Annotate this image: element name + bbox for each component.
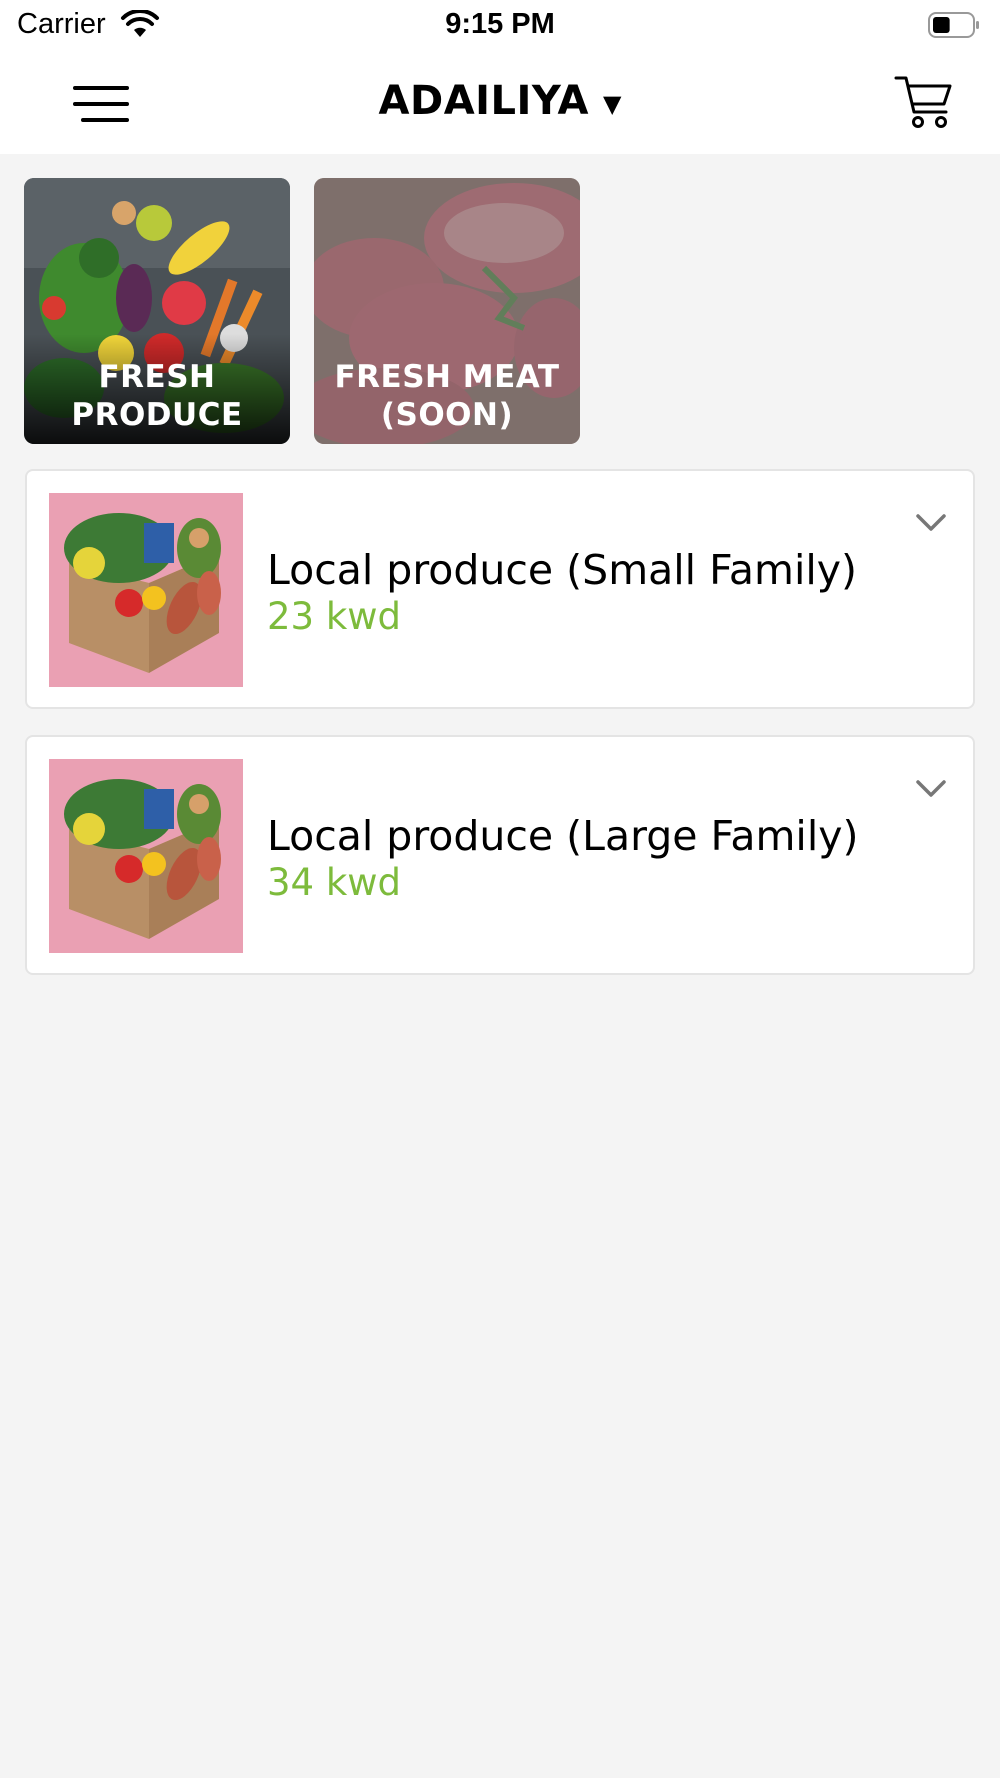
category-label: FRESH PRODUCE [71,359,243,433]
chevron-down-icon [916,514,946,531]
product-name: Local produce (Small Family) [267,546,857,594]
product-card[interactable]: Local produce (Small Family) 23 kwd [25,469,975,709]
category-fresh-meat[interactable]: FRESH MEAT (SOON) [314,178,580,444]
category-label: FRESH MEAT (SOON) [334,359,560,433]
status-time: 9:15 PM [445,8,555,40]
battery-icon [928,12,979,38]
location-selector[interactable]: ADAILIYA ▼ [0,78,1000,124]
status-bar: Carrier 9:15 PM [0,0,1000,52]
produce-box-photo [49,759,243,953]
product-list: Local produce (Small Family) 23 kwd Loca… [25,469,975,1001]
product-price: 34 kwd [267,861,402,904]
expand-button[interactable] [911,507,951,539]
category-row: FRESH PRODUCE FRESH MEAT (SOON) [24,178,580,444]
product-price: 23 kwd [267,595,402,638]
cart-button[interactable] [894,72,954,132]
product-info: Local produce (Small Family) 23 kwd [267,545,857,639]
category-fresh-produce[interactable]: FRESH PRODUCE [24,178,290,444]
expand-button[interactable] [911,773,951,805]
caret-down-icon: ▼ [603,90,622,118]
product-card[interactable]: Local produce (Large Family) 34 kwd [25,735,975,975]
nav-bar: ADAILIYA ▼ [0,52,1000,154]
chevron-down-icon [916,780,946,797]
product-name: Local produce (Large Family) [267,812,859,860]
produce-box-photo [49,493,243,687]
product-info: Local produce (Large Family) 34 kwd [267,811,858,905]
location-name: ADAILIYA [378,78,589,124]
shopping-cart-icon [894,76,952,128]
